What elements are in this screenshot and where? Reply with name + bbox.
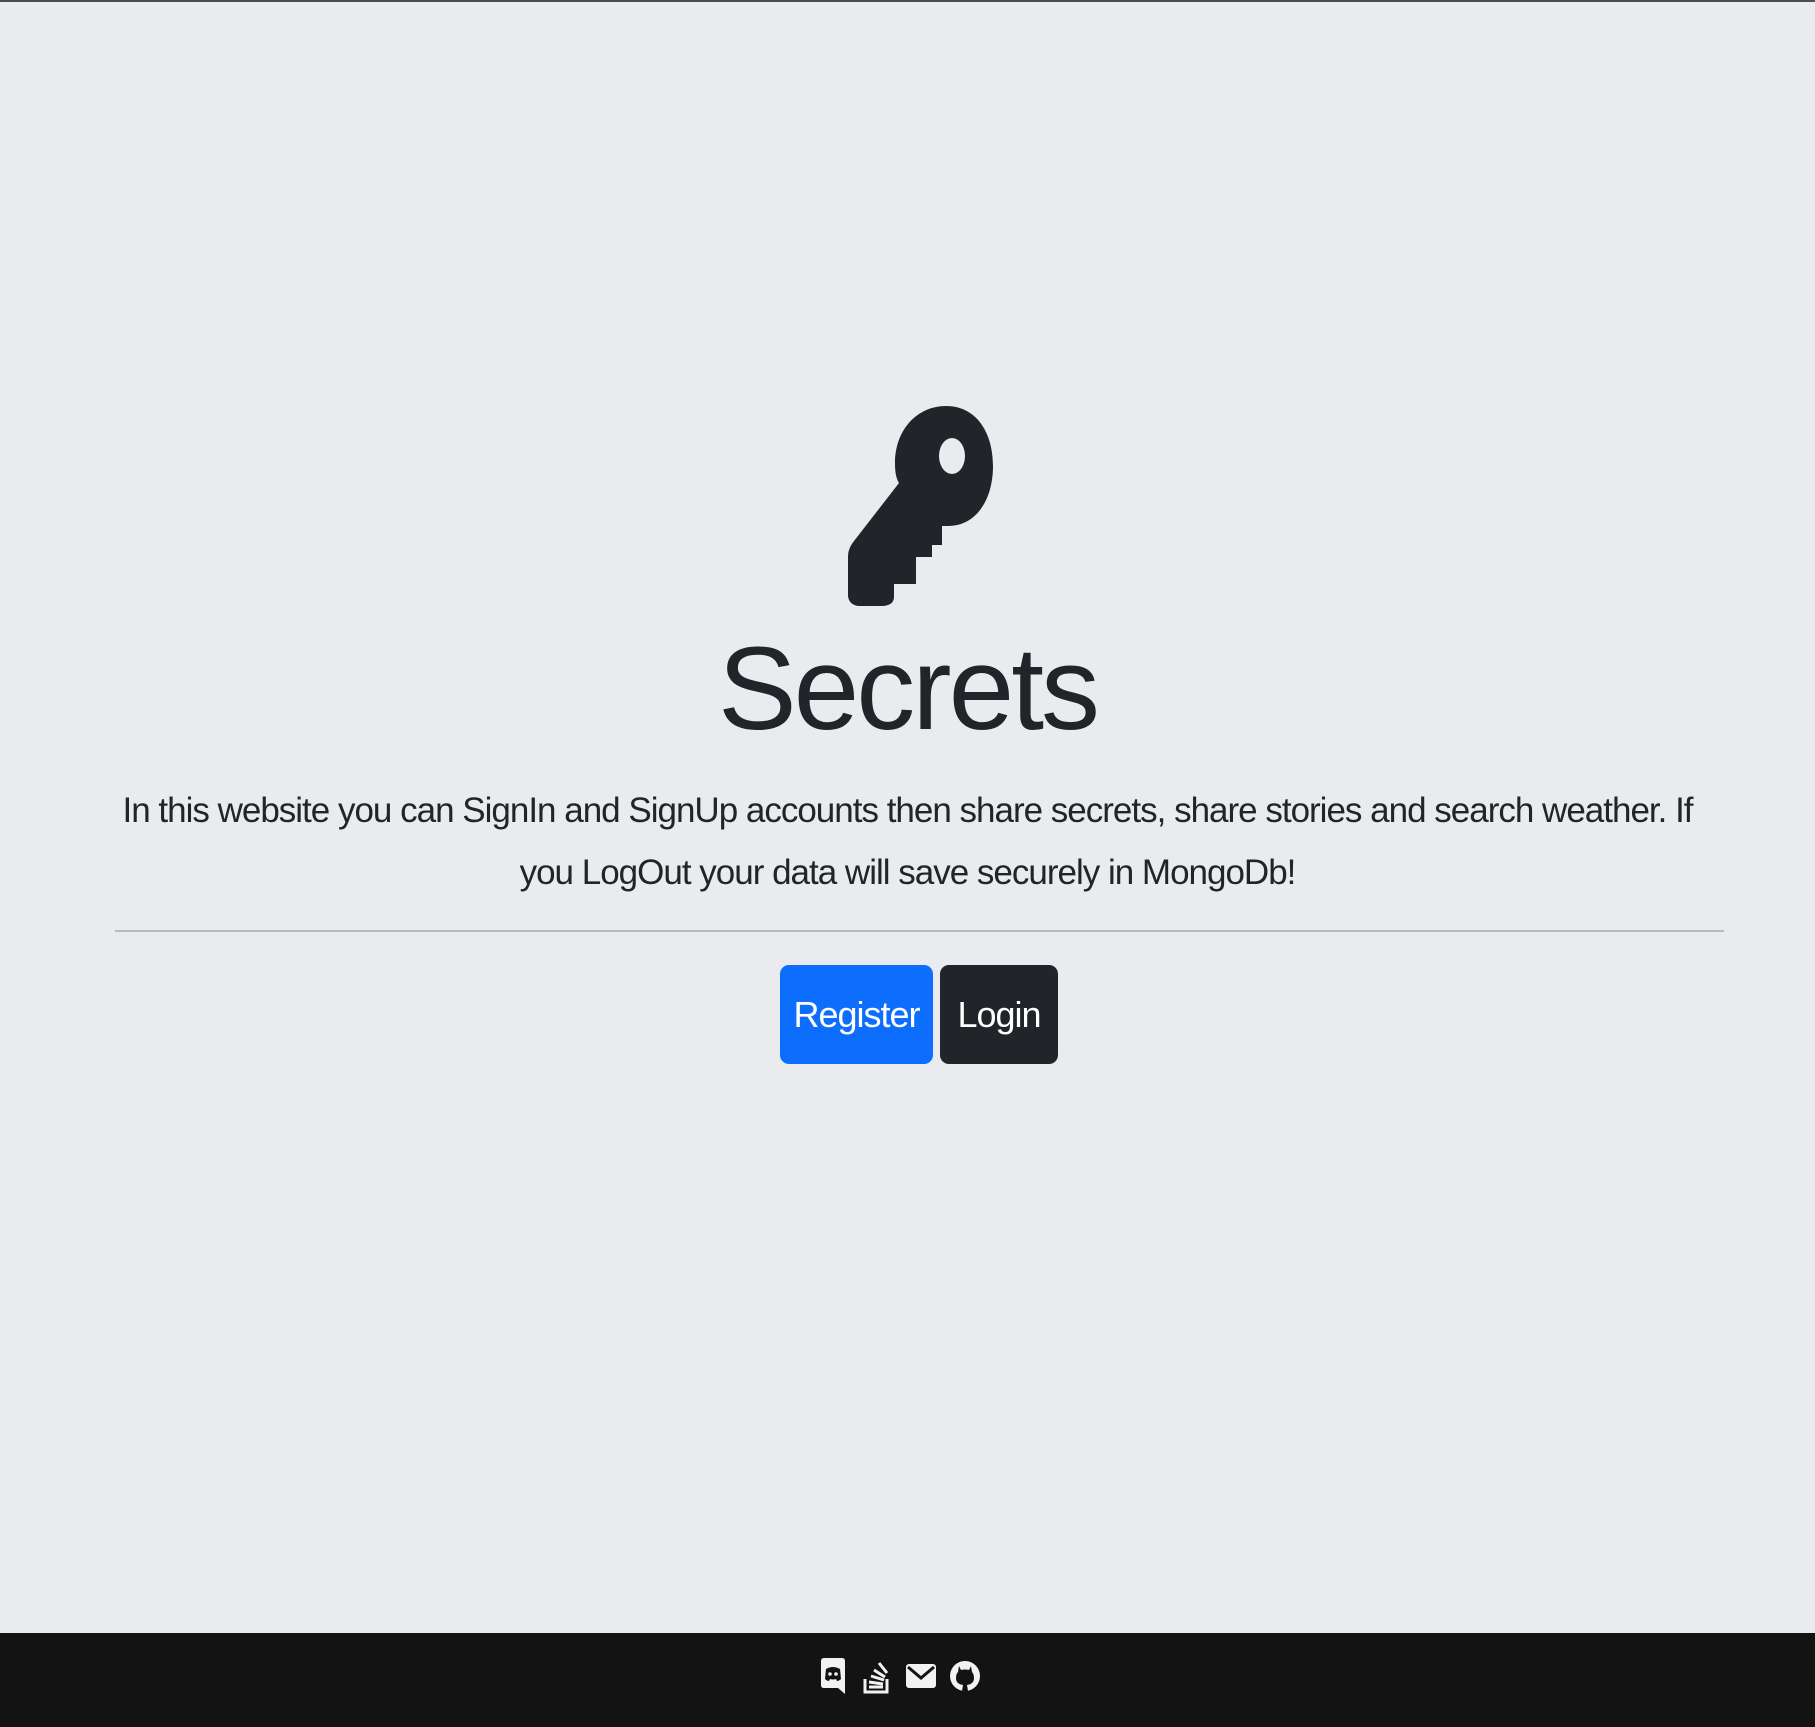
- top-border: [0, 0, 1815, 2]
- register-button[interactable]: Register: [780, 965, 933, 1064]
- discord-icon[interactable]: [818, 1656, 848, 1696]
- github-icon[interactable]: [950, 1656, 980, 1696]
- action-buttons: Register Login: [780, 965, 1058, 1064]
- page-title: Secrets: [717, 623, 1100, 755]
- social-links: [818, 1654, 980, 1698]
- description-text: In this website you can SignIn and SignU…: [122, 791, 1693, 892]
- footer: [0, 1633, 1815, 1727]
- envelope-icon[interactable]: [906, 1656, 936, 1696]
- key-icon: [848, 406, 993, 606]
- login-button[interactable]: Login: [940, 965, 1058, 1064]
- stack-overflow-icon[interactable]: [862, 1656, 892, 1696]
- divider: [115, 930, 1724, 932]
